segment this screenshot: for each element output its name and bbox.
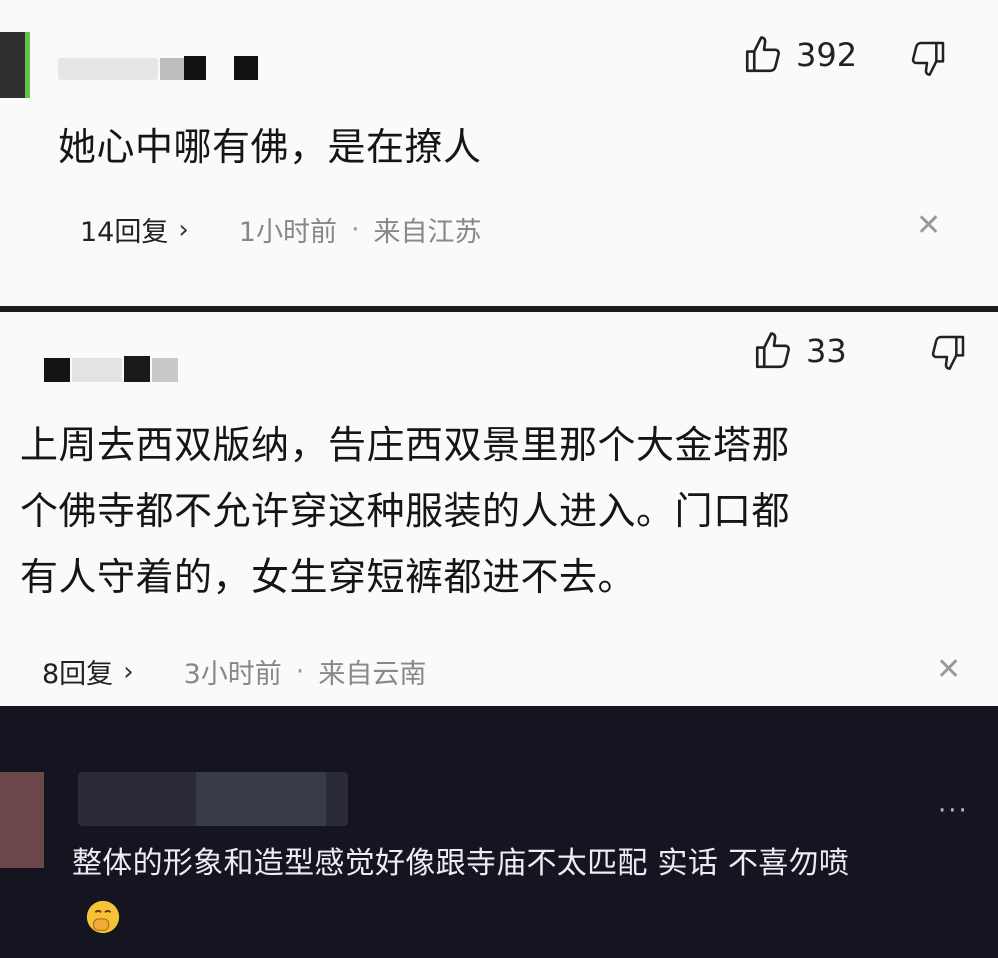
location: 来自江苏 xyxy=(373,217,482,248)
comment-card-2: 33 上周去西双版纳，告庄西双景里那个大金塔那 个佛寺都不允许穿这种服装的人进入… xyxy=(0,312,998,706)
like-button[interactable]: 33 xyxy=(752,330,847,372)
chevron-right-icon[interactable]: › xyxy=(123,657,133,687)
thumbs-up-icon xyxy=(755,332,790,369)
comment-text-line-1: 上周去西双版纳，告庄西双景里那个大金塔那 xyxy=(20,423,791,467)
comment-card-1: 392 她心中哪有佛，是在撩人 14回复 › 1小时前 · 来自江苏 ✕ xyxy=(0,0,998,306)
separator-dot: · xyxy=(295,656,305,687)
thumbs-down-icon[interactable] xyxy=(928,332,968,372)
thumbs-down-icon[interactable] xyxy=(908,38,948,78)
more-options-icon[interactable]: ··· xyxy=(938,796,969,826)
comment-meta: 8回复 › 3小时前 · 来自云南 xyxy=(42,652,426,691)
avatar[interactable] xyxy=(0,32,30,98)
username-redacted xyxy=(184,56,206,80)
comment-meta: 14回复 › 1小时前 · 来自江苏 xyxy=(80,210,482,249)
username-redacted xyxy=(72,358,122,382)
thumbs-up-icon xyxy=(745,36,780,73)
separator-dot: · xyxy=(350,214,360,245)
like-count: 392 xyxy=(796,36,858,74)
timestamp: 1小时前 xyxy=(238,217,337,248)
close-icon[interactable]: ✕ xyxy=(916,208,941,243)
username-redacted xyxy=(234,56,258,80)
username-redacted xyxy=(196,772,326,826)
comment-text-line-3: 有人守着的，女生穿短裤都进不去。 xyxy=(20,555,637,599)
username-redacted xyxy=(160,58,184,80)
username-redacted xyxy=(152,358,178,382)
chevron-right-icon[interactable]: › xyxy=(178,215,188,245)
dark-comment-card xyxy=(0,706,998,958)
replies-link[interactable]: 8回复 xyxy=(42,652,113,691)
replies-link[interactable]: 14回复 xyxy=(80,210,168,249)
username-redacted[interactable] xyxy=(44,358,70,382)
avatar[interactable] xyxy=(0,772,44,868)
like-count: 33 xyxy=(806,332,847,370)
username-redacted[interactable] xyxy=(58,58,158,80)
username-redacted xyxy=(124,356,150,382)
comment-text: 整体的形象和造型感觉好像跟寺庙不太匹配 实话 不喜勿喷 xyxy=(72,846,850,881)
close-icon[interactable]: ✕ xyxy=(936,652,961,687)
comment-text-line-2: 个佛寺都不允许穿这种服装的人进入。门口都 xyxy=(20,489,791,533)
location: 来自云南 xyxy=(318,659,427,690)
comment-text: 她心中哪有佛，是在撩人 xyxy=(58,125,482,169)
face-with-hand-over-mouth-icon xyxy=(86,900,120,934)
like-button[interactable]: 392 xyxy=(742,34,857,76)
timestamp: 3小时前 xyxy=(183,659,282,690)
